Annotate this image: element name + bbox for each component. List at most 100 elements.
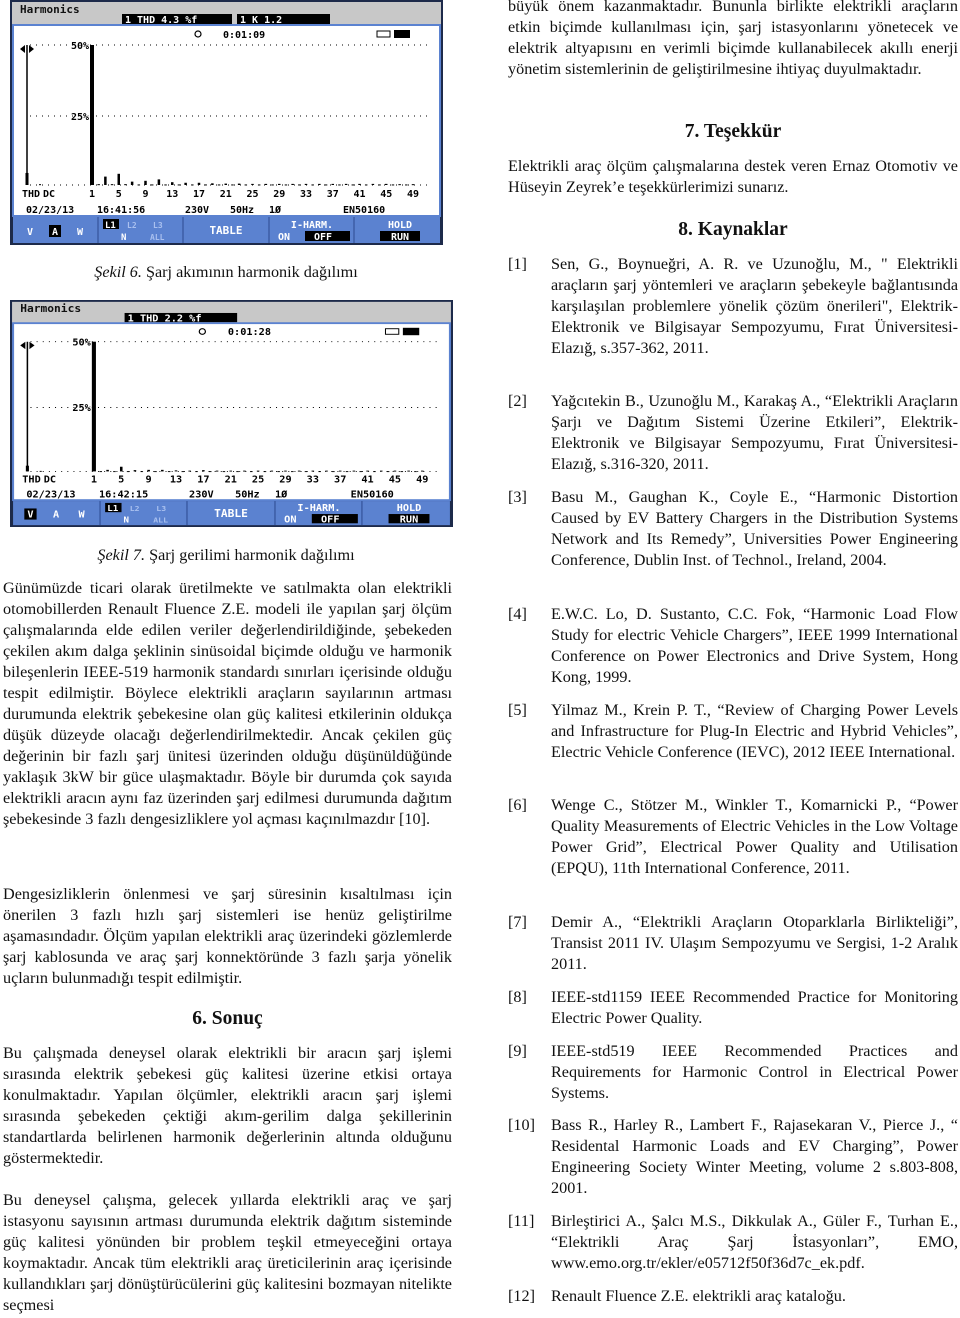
bar-harmonic-29 — [284, 470, 287, 472]
figure-label: Şekil 7. — [97, 546, 146, 564]
axis-tick-label: 9 — [142, 189, 148, 200]
bar-harmonic-9 — [144, 180, 147, 185]
bar-harmonic-10 — [150, 184, 154, 186]
reference-item: [11] Birleştirici A., Şalcı M.S., Dikkula… — [508, 1211, 958, 1274]
bar-harmonic-40 — [359, 471, 363, 473]
bar-harmonic-13 — [171, 182, 174, 185]
bar-harmonic-35 — [318, 183, 321, 185]
status-phase: 1Ø — [269, 204, 281, 216]
paragraph-conclusion-2: Bu deneysel çalışma, gelecek yıllarda el… — [3, 1191, 452, 1314]
bar-harmonic-1 — [91, 341, 96, 472]
reference-text: E.W.C. Lo, D. Sustanto, C.C. Fok, “Harmo… — [551, 605, 958, 686]
reference-number: [6] — [508, 796, 527, 814]
axis-tick-label: 21 — [220, 189, 232, 200]
reference-item: [12] Renault Fluence Z.E. elektrikli araç… — [508, 1286, 958, 1307]
bar-harmonic-3 — [106, 469, 109, 472]
bar-harmonic-40 — [351, 184, 355, 186]
bar-harmonic-34 — [311, 184, 314, 186]
bar-harmonic-39 — [352, 470, 356, 472]
bar-harmonic-28 — [271, 184, 274, 186]
reference-number: [7] — [508, 913, 527, 931]
bar-harmonic-15 — [188, 470, 191, 472]
phase-key-n: N — [121, 233, 126, 243]
bar-harmonic-23 — [237, 183, 241, 185]
bar-harmonic-47 — [407, 470, 410, 472]
bar-harmonic-41 — [366, 470, 369, 472]
bar-harmonic-44 — [386, 471, 390, 473]
paragraph-continued: büyük önem kazanmaktadır. Bununla birlik… — [508, 0, 958, 78]
reference-text: Demir A., “Elektrikli Araçların Otoparkl… — [551, 913, 958, 973]
screen-title: Harmonics — [20, 303, 81, 315]
bar-thd — [25, 172, 29, 185]
iharm-on: ON — [284, 515, 296, 525]
reference-text: Basu M., Gaughan K., Coyle E., “Harmonic… — [551, 488, 958, 569]
bar-harmonic-26 — [263, 471, 267, 473]
reference-text: Birleştirici A., Şalcı M.S., Dikkulak A.… — [551, 1212, 958, 1272]
bar-harmonic-41 — [358, 183, 361, 185]
bar-harmonic-17 — [197, 182, 201, 185]
bar-harmonic-24 — [249, 471, 253, 473]
bar-harmonic-49 — [421, 470, 424, 472]
bar-harmonic-20 — [217, 184, 221, 186]
paper-page: Harmonics 1 THD 4.3 %f 1 K 1.2 0:01:09 50% 25… — [0, 0, 960, 1318]
section-heading-sonuc: 6. Sonuç — [192, 1008, 263, 1029]
reference-text: Yilmaz M., Krein P. T., “Review of Charg… — [551, 701, 958, 761]
bar-harmonic-35 — [325, 470, 328, 472]
bar-harmonic-12 — [167, 471, 171, 473]
phase-key-n: N — [124, 516, 130, 525]
iharm-key: I-HARM. — [291, 220, 333, 231]
axis-tick-label: 33 — [307, 475, 319, 485]
phase-key-all: ALL — [150, 233, 165, 242]
phase-key-l2: L2 — [127, 221, 137, 230]
reference-item: [8] IEEE-std1159 IEEE Recommended Practic… — [508, 987, 958, 1029]
bar-harmonic-23 — [243, 470, 246, 472]
axis-tick-label: 49 — [407, 189, 419, 200]
bar-harmonic-44 — [378, 184, 381, 186]
axis-label-thd: THD — [22, 189, 40, 200]
axis-tick-label: 5 — [118, 475, 124, 485]
axis-tick-label: 33 — [300, 189, 312, 200]
bar-harmonic-38 — [345, 471, 349, 473]
table-key: TABLE — [214, 507, 248, 519]
bar-harmonic-5 — [119, 466, 123, 472]
bar-harmonic-36 — [324, 184, 328, 186]
bar-harmonic-43 — [371, 183, 375, 185]
axis-label-dc: DC — [43, 189, 55, 200]
bar-harmonic-2 — [99, 471, 103, 473]
bar-harmonic-12 — [164, 184, 167, 186]
axis-tick-label: 29 — [273, 189, 285, 200]
reference-number: [12] — [508, 1287, 535, 1305]
bar-harmonic-20 — [222, 471, 226, 473]
hold-key: HOLD — [397, 504, 422, 514]
bar-harmonic-42 — [364, 184, 368, 186]
figure-caption-text: Şarj gerilimi harmonik dağılımı — [145, 546, 355, 564]
battery-icon — [402, 327, 420, 336]
paragraph-results: Günümüzde ticari olarak üretilmekte ve s… — [3, 579, 452, 828]
iharm-off: OFF — [314, 232, 332, 243]
figure-label: Şekil 6. — [94, 263, 142, 281]
reference-text: Wenge C., Stötzer M., Winkler T., Komarn… — [551, 796, 958, 877]
phase-key-l1: L1 — [107, 505, 118, 514]
axis-label-dc: DC — [44, 475, 56, 485]
bar-harmonic-11 — [161, 469, 164, 472]
bar-harmonic-3 — [104, 176, 107, 185]
status-phase: 1Ø — [275, 489, 287, 500]
bar-dc — [39, 470, 42, 472]
bar-harmonic-4 — [113, 471, 116, 473]
bar-harmonic-33 — [304, 183, 308, 185]
bar-harmonic-15 — [184, 182, 187, 185]
section-heading-kaynaklar: 8. Kaynaklar — [678, 219, 788, 240]
bar-dc — [39, 184, 41, 186]
axis-tick-label: 1 — [89, 189, 95, 200]
figure-6-caption: Şekil 6. Şarj akımının harmonik dağılımı — [0, 262, 452, 283]
axis-tick-label: 37 — [334, 475, 346, 485]
bar-harmonic-47 — [398, 184, 401, 186]
status-date: 02/23/13 — [26, 205, 74, 216]
axis-tick-label: 25 — [252, 475, 264, 485]
bar-harmonic-10 — [154, 471, 157, 473]
bar-harmonic-48 — [414, 471, 417, 473]
bar-harmonic-4 — [110, 184, 114, 186]
bar-harmonic-46 — [400, 471, 404, 473]
bar-harmonic-9 — [147, 469, 150, 472]
axis-tick-label: 17 — [197, 475, 209, 485]
